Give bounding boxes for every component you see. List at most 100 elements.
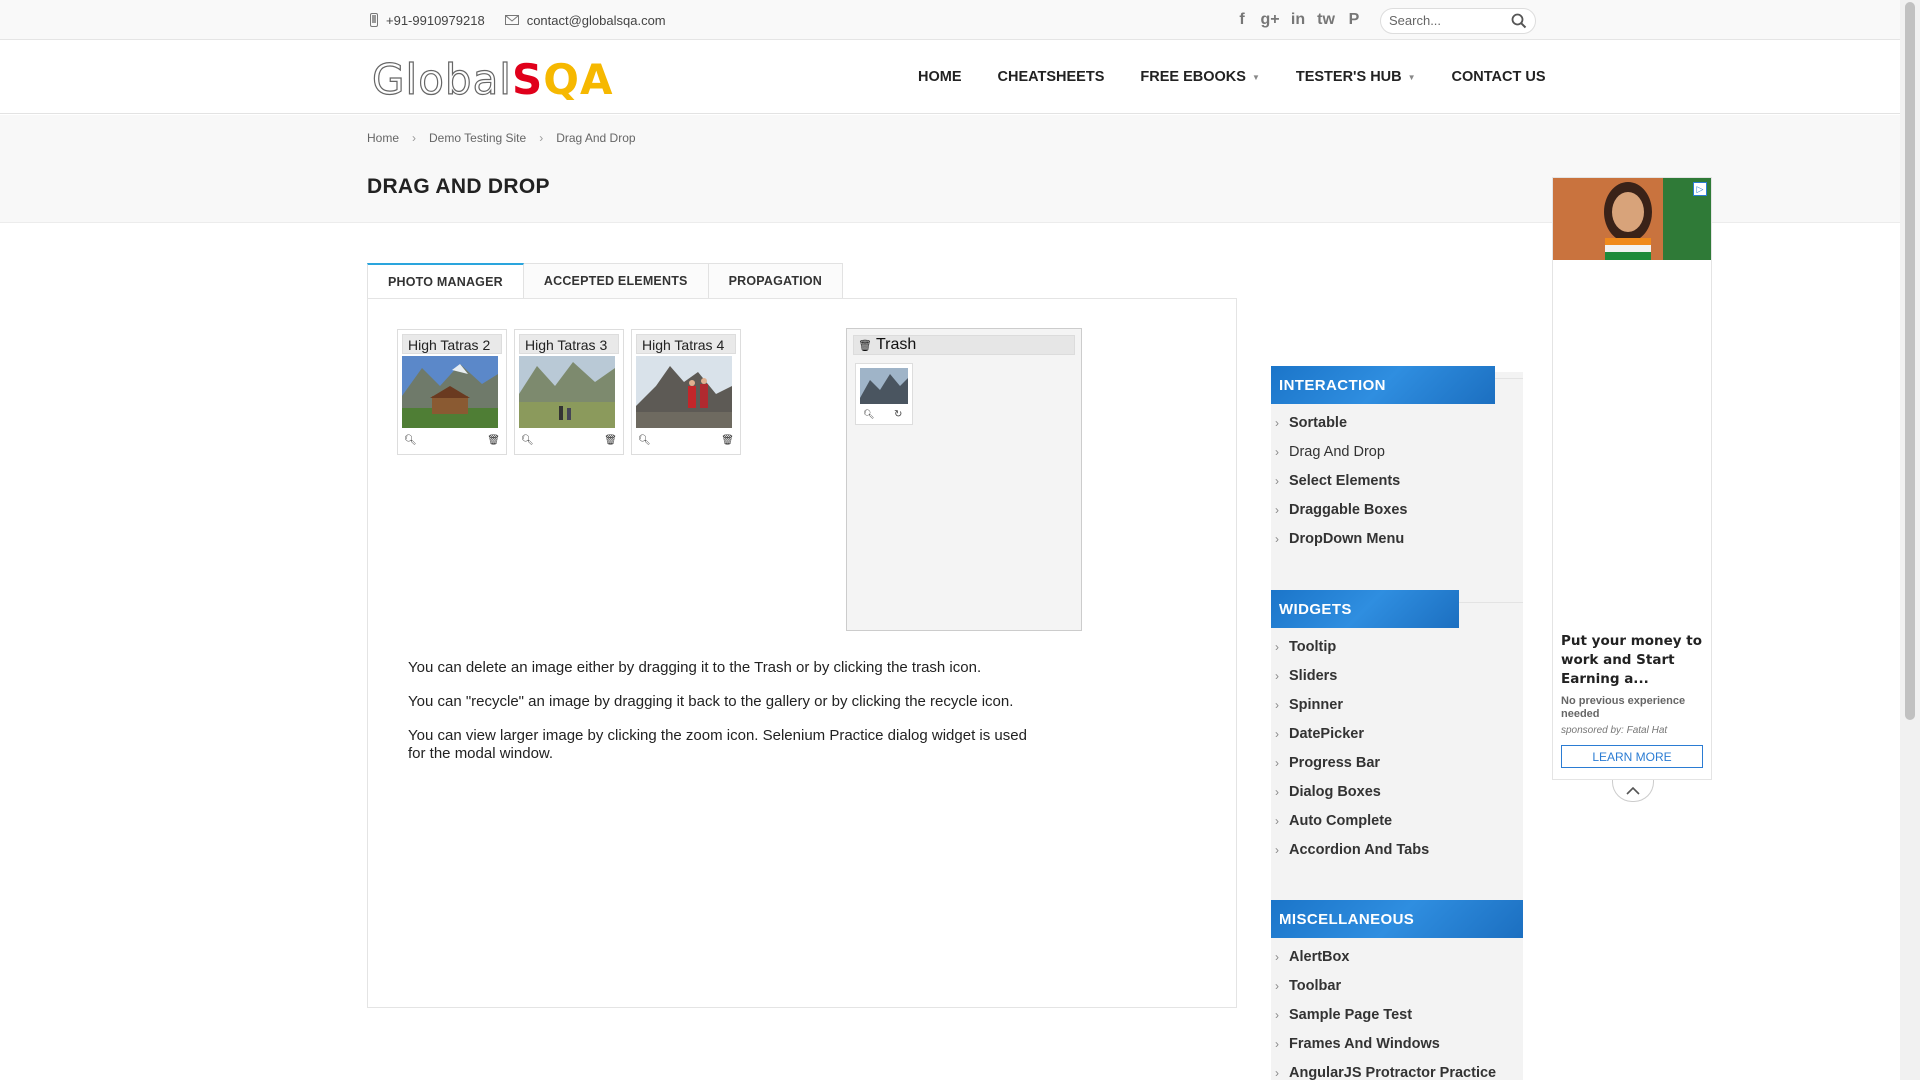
nav-home-label: HOME (918, 69, 962, 85)
nav-contact-us[interactable]: CONTACT US (1452, 69, 1546, 85)
sidebar: INTERACTION › Sortable › Drag And Drop › Se… (1271, 366, 1523, 1080)
tab-accepted-elements[interactable]: ACCEPTED ELEMENTS (523, 263, 709, 299)
sidebar-item-label: Tooltip (1289, 638, 1337, 655)
breadcrumb-home[interactable]: Home (367, 131, 399, 145)
nav-hub-label: TESTER'S HUB (1295, 69, 1402, 85)
sidebar-heading: WIDGETS (1271, 590, 1459, 628)
scrollbar-thumb[interactable] (1905, 2, 1915, 720)
sidebar-item-label: Sortable (1289, 414, 1348, 431)
breadcrumb-demo[interactable]: Demo Testing Site (429, 131, 526, 145)
nav-contact-label: CONTACT US (1451, 69, 1546, 85)
sidebar-list: › Tooltip › Sliders › Spinner › DatePicker ›… (1271, 632, 1459, 864)
card-tools: 🔍︎ ↻ (860, 409, 908, 423)
breadcrumb-separator: › (412, 131, 417, 145)
advertisement[interactable]: ▷ Put your money to work and Start Earni… (1552, 177, 1712, 780)
nav-testers-hub[interactable]: TESTER'S HUB ▼ (1296, 69, 1416, 85)
sidebar-item-drag-and-drop[interactable]: › Drag And Drop (1271, 437, 1495, 466)
zoom-icon[interactable]: 🔍︎ (521, 435, 534, 446)
ad-collapse-button[interactable] (1612, 780, 1654, 802)
sidebar-item-dropdown-menu[interactable]: › DropDown Menu (1271, 524, 1495, 553)
chevron-down-icon: ▼ (1251, 72, 1260, 82)
nav-cheatsheets[interactable]: CHEATSHEETS (998, 69, 1105, 85)
trash-dropzone[interactable]: 🗑︎ Trash 🔍︎ ↻ (846, 328, 1082, 631)
sidebar-section-misc: MISCELLANEOUS › AlertBox › Toolbar › Sample… (1271, 900, 1523, 1080)
sidebar-item-sample-page-test[interactable]: › Sample Page Test (1271, 1000, 1523, 1029)
site-header: GlobalSQA HOME CHEATSHEETS FREE EBOOKS ▼ … (0, 40, 1900, 114)
card-tools: 🔍︎ 🗑︎ (636, 433, 736, 449)
pinterest-icon[interactable]: P (1340, 11, 1368, 29)
email-contact[interactable]: contact@globalsqa.com (504, 13, 666, 28)
sidebar-item-datepicker[interactable]: › DatePicker (1271, 719, 1459, 748)
twitter-icon[interactable]: tw (1312, 11, 1340, 29)
divider (1459, 602, 1523, 603)
nav-free-ebooks[interactable]: FREE EBOOKS ▼ (1140, 69, 1259, 85)
phone-number: +91-9910979218 (386, 12, 485, 28)
trash-icon[interactable]: 🗑︎ (487, 435, 500, 446)
google-plus-icon[interactable]: g+ (1256, 11, 1284, 29)
zoom-icon[interactable]: 🔍︎ (404, 435, 417, 446)
breadcrumb-separator: › (539, 131, 544, 145)
gallery-item[interactable]: High Tatras 3 🔍︎ 🗑︎ (514, 329, 624, 455)
gallery-item[interactable]: High Tatras 2 🔍︎ 🗑︎ (397, 329, 507, 455)
trash-icon: 🗑︎ (858, 339, 872, 352)
sidebar-item-accordion-and-tabs[interactable]: › Accordion And Tabs (1271, 835, 1459, 864)
sidebar-item-label: Select Elements (1289, 472, 1401, 489)
sidebar-item-frames-and-windows[interactable]: › Frames And Windows (1271, 1029, 1523, 1058)
sidebar-item-select-elements[interactable]: › Select Elements (1271, 466, 1495, 495)
photo-thumbnail (402, 356, 498, 428)
main-nav: HOME CHEATSHEETS FREE EBOOKS ▼ TESTER'S H… (900, 40, 1564, 114)
card-tools: 🔍︎ 🗑︎ (519, 433, 619, 449)
page-scrollbar[interactable] (1900, 0, 1920, 1080)
sidebar-item-progress-bar[interactable]: › Progress Bar (1271, 748, 1459, 777)
email-address[interactable]: contact@globalsqa.com (527, 13, 666, 28)
chevron-right-icon: › (1275, 726, 1279, 741)
sidebar-item-spinner[interactable]: › Spinner (1271, 690, 1459, 719)
sidebar-item-sliders[interactable]: › Sliders (1271, 661, 1459, 690)
sidebar-item-alertbox[interactable]: › AlertBox (1271, 942, 1523, 971)
sidebar-item-label: Spinner (1289, 696, 1343, 713)
chevron-right-icon: › (1275, 697, 1279, 712)
chevron-right-icon: › (1275, 813, 1279, 828)
recycle-icon[interactable]: ↻ (894, 409, 902, 420)
sidebar-item-auto-complete[interactable]: › Auto Complete (1271, 806, 1459, 835)
facebook-icon[interactable]: f (1228, 11, 1256, 29)
gallery-item[interactable]: High Tatras 4 🔍︎ 🗑︎ (631, 329, 741, 455)
sidebar-item-label: Auto Complete (1289, 812, 1393, 829)
trash-icon[interactable]: 🗑︎ (721, 435, 734, 446)
trashed-item[interactable]: 🔍︎ ↻ (855, 363, 913, 425)
ad-choices-icon[interactable]: ▷ (1693, 182, 1707, 196)
tab-propagation[interactable]: PROPAGATION (708, 263, 843, 299)
ad-photo (1553, 178, 1711, 260)
sidebar-item-draggable-boxes[interactable]: › Draggable Boxes (1271, 495, 1495, 524)
learn-more-button[interactable]: LEARN MORE (1561, 745, 1703, 768)
chevron-right-icon: › (1275, 668, 1279, 683)
social-links: f g+ in tw P (1228, 0, 1368, 40)
sidebar-item-toolbar[interactable]: › Toolbar (1271, 971, 1523, 1000)
tab-photo-manager[interactable]: PHOTO MANAGER (367, 263, 524, 299)
chevron-right-icon: › (1275, 949, 1279, 964)
sidebar-item-angularjs-protractor[interactable]: › AngularJS Protractor Practice (1271, 1058, 1523, 1080)
trash-title: Trash (875, 336, 917, 353)
search-input[interactable] (1389, 13, 1509, 28)
instruction-text: You can delete an image either by draggi… (408, 659, 982, 676)
search-icon[interactable] (1511, 13, 1527, 29)
site-logo[interactable]: GlobalSQA (371, 57, 613, 102)
nav-cheatsheets-label: CHEATSHEETS (997, 69, 1105, 85)
nav-home[interactable]: HOME (918, 69, 962, 85)
trash-icon[interactable]: 🗑︎ (604, 435, 617, 446)
sidebar-item-label: Progress Bar (1289, 754, 1381, 771)
sidebar-item-sortable[interactable]: › Sortable (1271, 408, 1495, 437)
sidebar-item-tooltip[interactable]: › Tooltip (1271, 632, 1459, 661)
photo-thumbnail (519, 356, 615, 428)
sidebar-item-label: Frames And Windows (1289, 1035, 1440, 1052)
sidebar-item-label: DatePicker (1289, 725, 1364, 742)
zoom-icon[interactable]: 🔍︎ (863, 409, 874, 420)
linkedin-icon[interactable]: in (1284, 11, 1312, 29)
sidebar-item-label: Sliders (1289, 667, 1338, 684)
zoom-icon[interactable]: 🔍︎ (638, 435, 651, 446)
sidebar-section-interaction: INTERACTION › Sortable › Drag And Drop › Se… (1271, 366, 1523, 553)
sidebar-item-dialog-boxes[interactable]: › Dialog Boxes (1271, 777, 1459, 806)
gallery-item-title: High Tatras 4 (636, 334, 736, 354)
nav-ebooks-label: FREE EBOOKS (1140, 69, 1246, 85)
photo-thumbnail (636, 356, 732, 428)
